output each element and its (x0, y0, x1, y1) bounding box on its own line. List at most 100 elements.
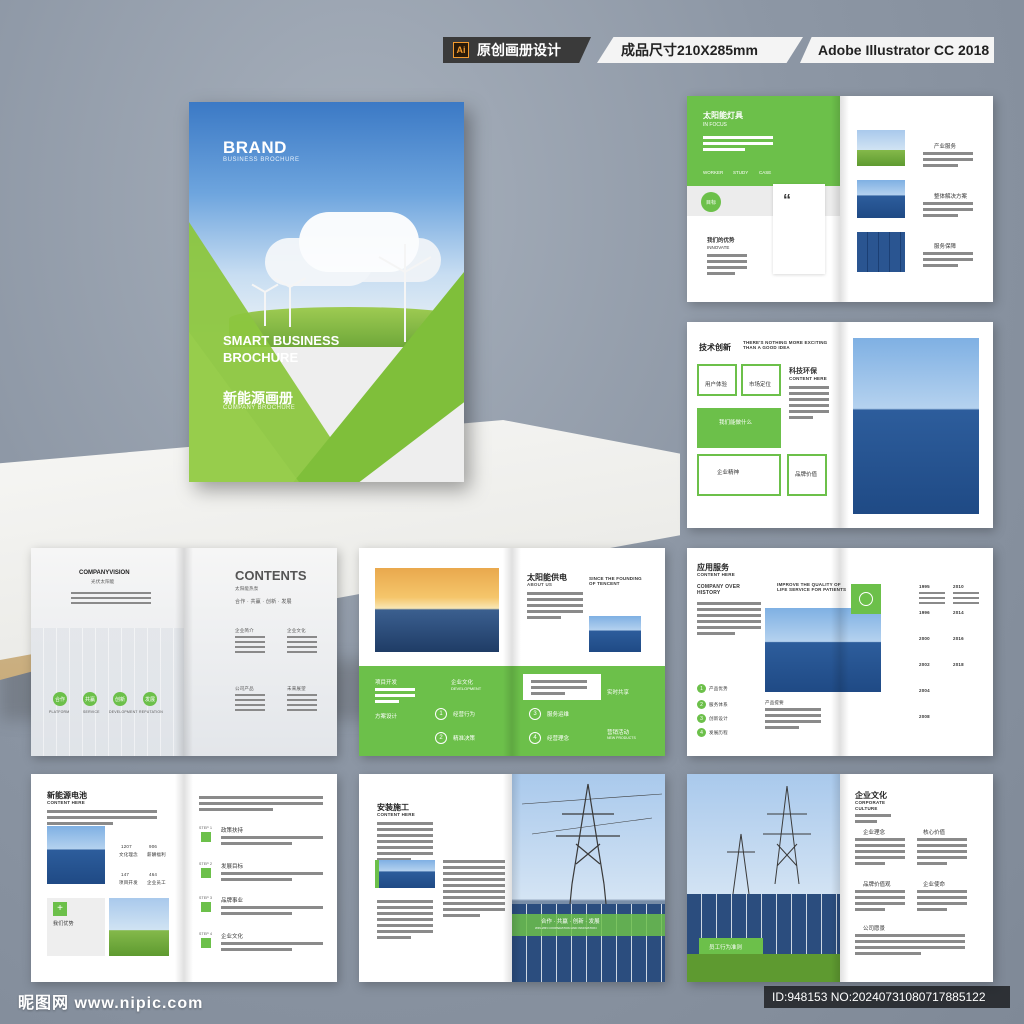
step-circle-3: 3 (529, 708, 541, 720)
text-lines (703, 136, 773, 154)
box-label: 我们能做什么 (719, 420, 753, 426)
photo-solar-turbine (853, 338, 979, 514)
white-card (523, 674, 601, 700)
stat-label: 项目开发 (119, 880, 138, 885)
culture-item: 公司愿景 (863, 926, 886, 932)
contents-cn: 太阳能热泵 (235, 586, 259, 591)
text-lines (765, 708, 821, 732)
culture-item: 企业使命 (923, 882, 946, 888)
box-user-experience: 用户体验 (697, 364, 737, 396)
step-square (201, 868, 211, 878)
text-lines (527, 592, 583, 622)
photo-sunset-panels (375, 568, 499, 652)
spread-contents: COMPANYVISION 光伏太阳能 合作 共赢 创新 发展 PLATFORM… (31, 548, 337, 756)
step-circle-1: 1 (435, 708, 447, 720)
left-label: 项目开发 (375, 680, 398, 686)
spread-installation: 安装施工 CONTENT HERE 合作 · 共赢 · 创新 · 发展 WIN-… (359, 774, 665, 982)
cover-brand-sub: BUSINESS BROCHURE (223, 157, 300, 163)
text-lines (221, 872, 323, 884)
stat-label: 文化理念 (119, 852, 138, 857)
text-lines (235, 694, 265, 714)
banner-sub: WIN-WIN COOPERATION AND INNOVATION (535, 926, 597, 930)
quote-card: “ (773, 184, 825, 274)
step-circle-4: 4 (529, 732, 541, 744)
text-lines (221, 906, 323, 918)
contents-title: CONTENTS (235, 568, 307, 583)
step-label: 经营理念 (547, 736, 570, 742)
step-square (201, 902, 211, 912)
text-lines (697, 602, 761, 638)
quote-icon: “ (783, 192, 791, 209)
grass (687, 954, 840, 982)
year: 2002 (919, 662, 930, 667)
box-what-we-do: 我们能做什么 (697, 408, 781, 448)
text-lines (953, 592, 979, 607)
step-tag: STEP 2 (199, 862, 213, 866)
step-square (201, 938, 211, 948)
photo-solar-field (765, 608, 881, 692)
since-label: SINCE THE FOUNDING OF TENCENT (589, 576, 642, 586)
year: 2016 (953, 636, 964, 641)
right-title: 科技环保 (789, 368, 817, 375)
spread-battery: 新能源电池 CONTENT HERE 1207 文化理念 906 薪酬福利 14… (31, 774, 337, 982)
box-label: 用户体验 (705, 382, 728, 388)
compass-icon (859, 592, 873, 606)
list-item: 创新设计 (709, 716, 728, 721)
culture-title: 企业文化 (451, 680, 474, 686)
wind-turbine-icon (378, 244, 432, 342)
text-lines (199, 796, 323, 814)
stat-label: 企业员工 (147, 880, 166, 885)
circle-sub: SERVICE (83, 710, 100, 714)
circle-sub: REPUTATION (139, 710, 164, 714)
spread-application: 应用服务 CONTENT HERE COMPANY OVER HISTORY I… (687, 548, 993, 756)
photo-solar (857, 180, 905, 218)
stat-num: 906 (149, 844, 158, 849)
text-lines (707, 254, 747, 278)
photo-power-tower (512, 774, 665, 982)
text-lines (377, 900, 433, 942)
box-market: 市场定位 (741, 364, 781, 396)
green-bottom-band (359, 666, 665, 756)
content-label: CONTENT HERE (47, 800, 85, 805)
overview-label: COMPANY OVER HISTORY (697, 584, 741, 596)
year: 2000 (919, 636, 930, 641)
cover-company: COMPANY BROCHURE (223, 405, 296, 411)
circle-develop: 发展 (143, 692, 157, 706)
spread-title: 太阳能灯具 (703, 111, 743, 120)
text-lines (377, 822, 433, 864)
section-label: 公司产品 (235, 686, 254, 691)
year: 2004 (919, 688, 930, 693)
software-label: Adobe Illustrator CC 2018 (818, 42, 990, 58)
step-tag: STEP 4 (199, 932, 213, 936)
step-tag: STEP 1 (199, 826, 213, 830)
section-label: 企业简介 (235, 628, 254, 633)
spread-culture: 员工行为准则 企业文化 CORPORATE CULTURE 企业理念 核心价值 … (687, 774, 993, 982)
text-lines (855, 814, 891, 826)
step-title: 企业文化 (221, 934, 244, 940)
culture-item: 品牌价值观 (863, 882, 891, 888)
step-title: 发展目标 (221, 864, 244, 870)
spread-solar-lamps: 太阳能灯具 IN FOCUS WORKER STUDY CASE 目标 “ 我们… (687, 96, 993, 302)
step-square (201, 832, 211, 842)
step-label: 服务运维 (547, 712, 570, 718)
text-lines (923, 202, 973, 220)
circle-sub: DEVELOPMENT (109, 710, 138, 714)
plus-icon: + (53, 902, 67, 916)
section-label: 企业文化 (287, 628, 306, 633)
design-label: 原创画册设计 (477, 42, 561, 58)
year: 2018 (953, 662, 964, 667)
list-num-4: 4 (697, 728, 706, 737)
banner-text: 合作 · 共赢 · 创新 · 发展 (541, 919, 600, 925)
text-lines (221, 836, 323, 848)
tab-study: STUDY (733, 170, 749, 175)
advantage-title: 我们的优势 (707, 238, 735, 244)
advantage-sub: INNOVATE (707, 245, 730, 250)
section-label: 未来展望 (287, 686, 306, 691)
text-lines (923, 152, 973, 170)
photo-field (857, 130, 905, 166)
design-badge: Ai 原创画册设计 (443, 37, 591, 63)
right-sub: NEW PRODUCTS (607, 736, 636, 740)
about-label: ABOUT US (527, 582, 553, 587)
box-brand-value: 品牌价值 (787, 454, 827, 496)
vision-title: COMPANYVISION (79, 570, 130, 576)
